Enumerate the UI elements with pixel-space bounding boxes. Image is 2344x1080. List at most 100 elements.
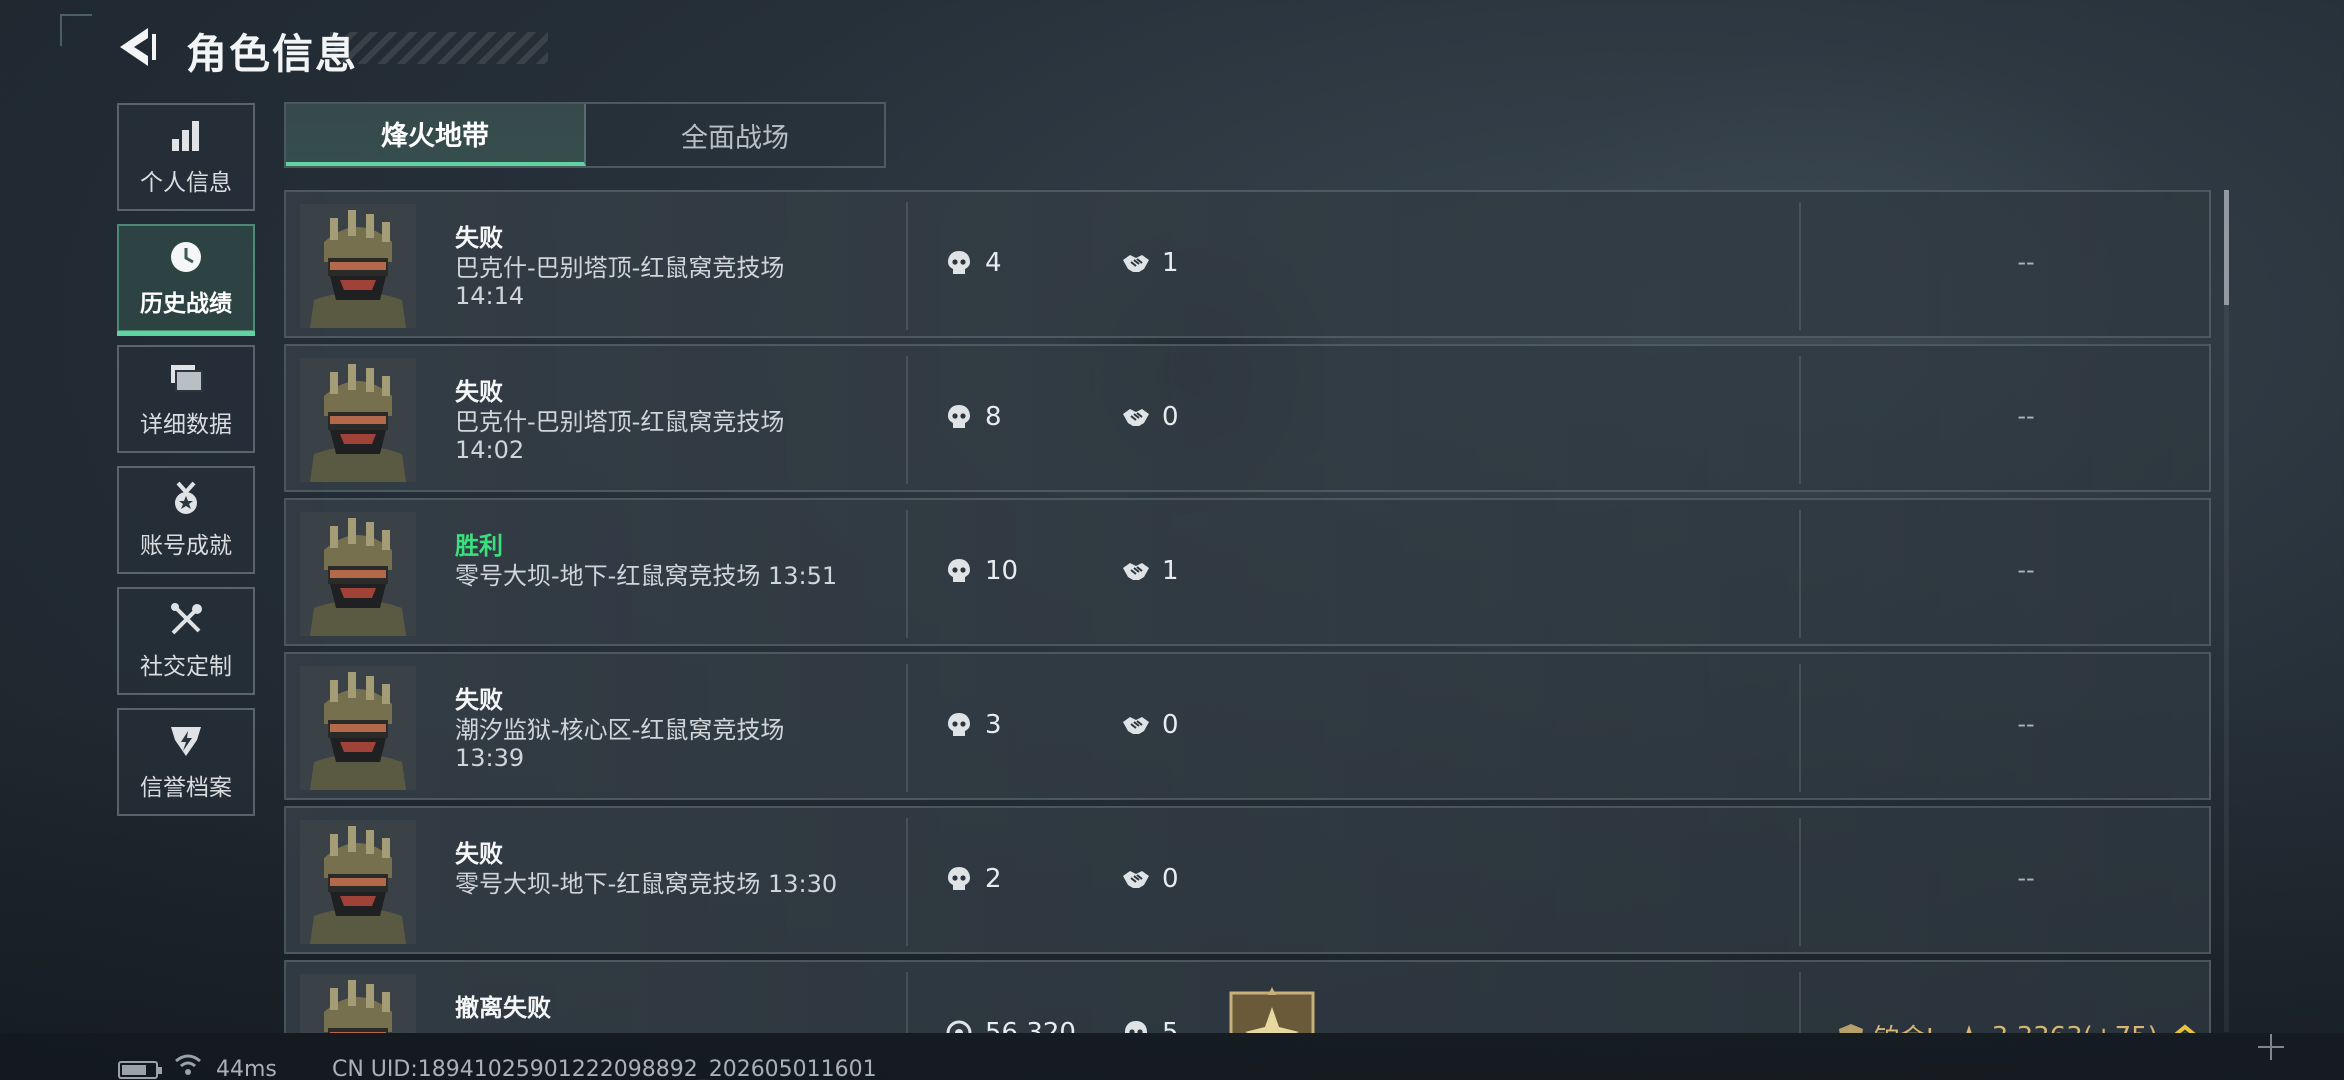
kill-skull-icon bbox=[948, 713, 970, 736]
plus-icon[interactable] bbox=[2256, 1032, 2286, 1062]
assists-value: 1 bbox=[1162, 248, 1179, 278]
assists-value: 0 bbox=[1162, 710, 1179, 740]
column-divider bbox=[906, 510, 908, 638]
shield-emblem-icon bbox=[171, 727, 201, 756]
match-map: 零号大坝-地下-红鼠窝竞技场 bbox=[455, 562, 761, 590]
match-extra-info: -- bbox=[2017, 402, 2035, 430]
assists-stat: 0 bbox=[1122, 710, 1179, 740]
match-row[interactable]: 失败 零号大坝-地下-红鼠窝竞技场 13:30 2 0 -- bbox=[284, 806, 2211, 954]
match-extra-info: -- bbox=[2017, 248, 2035, 276]
column-divider bbox=[906, 202, 908, 330]
operator-avatar bbox=[300, 512, 416, 636]
assists-value: 0 bbox=[1162, 864, 1179, 894]
assists-value: 1 bbox=[1162, 556, 1179, 586]
title-decoration bbox=[330, 32, 548, 64]
sidebar-item-profile[interactable]: 个人信息 bbox=[117, 103, 255, 211]
rank-name: 铂金I bbox=[1874, 1018, 1934, 1033]
sidebar-item-label: 历史战绩 bbox=[140, 291, 232, 317]
folder-icon bbox=[171, 365, 203, 392]
value-amount: 56,320 bbox=[985, 1018, 1076, 1033]
sidebar-item-label: 个人信息 bbox=[140, 170, 232, 196]
sidebar-item-detailed-data[interactable]: 详细数据 bbox=[117, 345, 255, 453]
assist-handshake-icon bbox=[1123, 563, 1149, 580]
medal-icon bbox=[175, 481, 197, 514]
match-result: 撤离失败 bbox=[455, 994, 551, 1022]
match-map-time: 零号大坝-地下-红鼠窝竞技场 13:30 bbox=[455, 870, 855, 898]
sidebar-item-history[interactable]: 历史战绩 bbox=[117, 224, 255, 336]
operator-avatar bbox=[300, 974, 416, 1033]
sidebar-item-reputation[interactable]: 信誉档案 bbox=[117, 708, 255, 816]
match-result: 胜利 bbox=[455, 532, 503, 560]
sidebar-item-social[interactable]: 社交定制 bbox=[117, 587, 255, 695]
kills-stat: 8 bbox=[945, 402, 1002, 432]
assists-stat: 1 bbox=[1122, 248, 1179, 278]
match-row[interactable]: 失败 潮汐监狱-核心区-红鼠窝竞技场 13:39 3 0 -- bbox=[284, 652, 2211, 800]
column-divider bbox=[1799, 972, 1801, 1033]
match-row[interactable]: 失败 巴克什-巴别塔顶-红鼠窝竞技场 14:14 4 1 -- bbox=[284, 190, 2211, 338]
operator-avatar bbox=[300, 666, 416, 790]
rank-up-chevron-icon bbox=[2173, 1023, 2196, 1033]
match-map-time: 巴克什-巴别塔顶-红鼠窝竞技场 14:02 bbox=[455, 408, 855, 464]
match-history-list[interactable]: 失败 巴克什-巴别塔顶-红鼠窝竞技场 14:14 4 1 -- 失败 巴克什-巴… bbox=[284, 190, 2211, 1033]
assist-handshake-icon bbox=[1123, 255, 1149, 272]
bar-chart-icon bbox=[172, 121, 199, 151]
rank-score: 3 3363(+75) bbox=[1992, 1022, 2158, 1034]
column-divider bbox=[1799, 356, 1801, 484]
match-time: 14:14 bbox=[455, 282, 525, 310]
kills-stat: 4 bbox=[945, 248, 1002, 278]
match-extra-info: -- bbox=[2017, 710, 2035, 738]
tab-beacon-zone[interactable]: 烽火地带 bbox=[286, 104, 586, 166]
match-map: 巴克什-巴别塔顶-红鼠窝竞技场 bbox=[455, 254, 785, 282]
scrollbar-thumb[interactable] bbox=[2224, 190, 2229, 305]
match-map-time: 巴克什-巴别塔顶-红鼠窝竞技场 14:14 bbox=[455, 254, 855, 310]
sidebar-item-label: 信誉档案 bbox=[140, 775, 232, 801]
back-arrow-icon bbox=[120, 28, 156, 66]
tools-icon bbox=[171, 603, 202, 635]
assists-stat: 1 bbox=[1122, 556, 1179, 586]
column-divider bbox=[1799, 202, 1801, 330]
match-result: 失败 bbox=[455, 224, 503, 252]
mode-tabs: 烽火地带 全面战场 bbox=[284, 102, 886, 168]
kill-skull-icon bbox=[948, 405, 970, 428]
kill-skull-icon bbox=[948, 559, 970, 582]
match-map-time: 零号大坝-地下-红鼠窝竞技场 13:51 bbox=[455, 562, 855, 590]
match-row[interactable]: 失败 巴克什-巴别塔顶-红鼠窝竞技场 14:02 8 0 -- bbox=[284, 344, 2211, 492]
match-map: 巴克什-巴别塔顶-红鼠窝竞技场 bbox=[455, 408, 785, 436]
match-row[interactable]: 撤离失败 56,320 5 铂金I 3 3363(+75) bbox=[284, 960, 2211, 1033]
kills-stat: 3 bbox=[945, 710, 1002, 740]
wifi-icon bbox=[175, 1054, 201, 1075]
user-uid: CN UID:18941025901222098892_202605011601 bbox=[332, 1057, 877, 1080]
tab-full-battlefield[interactable]: 全面战场 bbox=[586, 104, 884, 166]
match-row[interactable]: 胜利 零号大坝-地下-红鼠窝竞技场 13:51 10 1 -- bbox=[284, 498, 2211, 646]
sidebar-item-achievements[interactable]: 账号成就 bbox=[117, 466, 255, 574]
ping-value: 44ms bbox=[216, 1057, 277, 1080]
kills-stat: 10 bbox=[945, 556, 1018, 586]
kill-skull-icon bbox=[1125, 1021, 1147, 1033]
operator-avatar bbox=[300, 204, 416, 328]
kill-skull-icon bbox=[948, 867, 970, 890]
sidebar: 个人信息 历史战绩 详细数据 账号成就 社交定制 信誉档案 bbox=[117, 103, 255, 829]
match-result: 失败 bbox=[455, 840, 503, 868]
column-divider bbox=[1799, 818, 1801, 946]
assist-handshake-icon bbox=[1123, 409, 1149, 426]
value-stat: 56,320 bbox=[945, 1018, 1076, 1033]
sidebar-item-label: 社交定制 bbox=[140, 654, 232, 680]
match-extra-info: -- bbox=[2017, 556, 2035, 584]
kills-value: 5 bbox=[1162, 1018, 1179, 1033]
match-map-time: 潮汐监狱-核心区-红鼠窝竞技场 13:39 bbox=[455, 716, 855, 772]
kills-value: 4 bbox=[985, 248, 1002, 278]
kills-stat: 5 bbox=[1122, 1018, 1179, 1033]
scrollbar[interactable] bbox=[2224, 190, 2229, 1032]
kills-value: 10 bbox=[985, 556, 1019, 586]
assists-stat: 0 bbox=[1122, 402, 1179, 432]
battery-icon bbox=[118, 1061, 162, 1079]
kills-value: 3 bbox=[985, 710, 1002, 740]
rank-info: 铂金I 3 3363(+75) bbox=[1836, 1018, 2208, 1033]
column-divider bbox=[906, 818, 908, 946]
coin-icon bbox=[946, 1020, 972, 1033]
corner-decoration bbox=[60, 14, 92, 46]
column-divider bbox=[906, 356, 908, 484]
back-button[interactable] bbox=[112, 22, 162, 72]
match-map: 零号大坝-地下-红鼠窝竞技场 bbox=[455, 870, 761, 898]
assist-handshake-icon bbox=[1123, 717, 1149, 734]
